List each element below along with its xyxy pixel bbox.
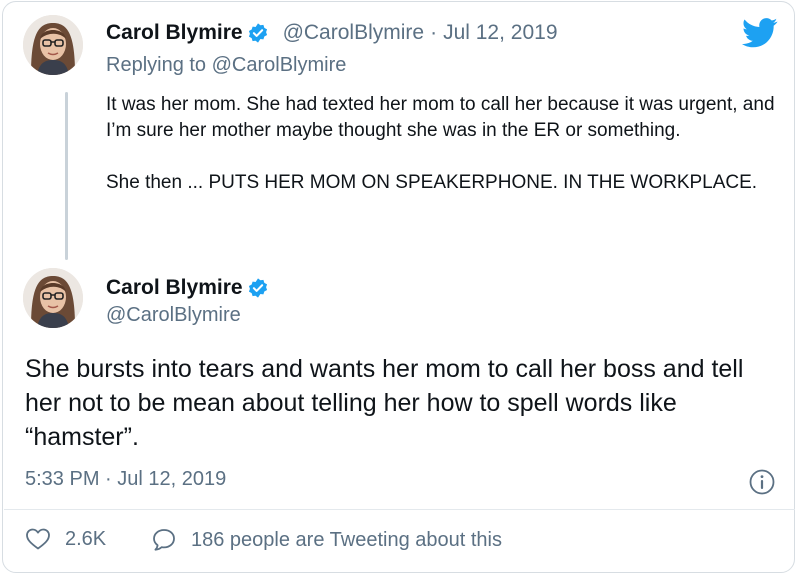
tweet-timestamp[interactable]: 5:33 PM · Jul 12, 2019 xyxy=(25,468,226,491)
replying-handle-link[interactable]: @CarolBlymire xyxy=(212,54,347,76)
separator-dot: · xyxy=(430,21,438,44)
author-name[interactable]: Carol Blymire xyxy=(106,21,243,45)
parent-tweet-text: It was her mom. She had texted her mom t… xyxy=(106,92,786,196)
main-tweet-header: Carol Blymire xyxy=(106,276,269,300)
conversation-text: 186 people are Tweeting about this xyxy=(191,528,502,551)
replying-prefix: Replying to xyxy=(106,54,207,76)
avatar[interactable] xyxy=(23,15,83,75)
like-count: 2.6K xyxy=(65,527,107,550)
info-icon[interactable] xyxy=(748,468,776,496)
author-handle[interactable]: @CarolBlymire xyxy=(283,21,425,45)
tweet-card: Carol Blymire @CarolBlymire · Jul 12, 20… xyxy=(2,1,795,573)
heart-icon xyxy=(26,528,50,550)
parent-tweet-paragraph: She then ... PUTS HER MOM ON SPEAKERPHON… xyxy=(106,172,758,193)
tweet-date[interactable]: Jul 12, 2019 xyxy=(443,21,557,45)
conversation-link[interactable]: 186 people are Tweeting about this xyxy=(151,527,502,553)
parent-tweet-header: Carol Blymire @CarolBlymire · Jul 12, 20… xyxy=(106,21,558,45)
speech-bubble-icon xyxy=(153,529,175,551)
verified-badge-icon xyxy=(247,22,269,44)
parent-tweet-paragraph: It was her mom. She had texted her mom t… xyxy=(106,94,775,141)
author-handle[interactable]: @CarolBlymire xyxy=(106,304,241,327)
verified-badge-icon xyxy=(247,277,269,299)
thread-line xyxy=(65,92,68,260)
avatar[interactable] xyxy=(23,268,83,328)
main-tweet-text: She bursts into tears and wants her mom … xyxy=(25,355,744,451)
author-name[interactable]: Carol Blymire xyxy=(106,276,243,300)
replying-to: Replying to @CarolBlymire xyxy=(106,54,346,77)
like-button[interactable]: 2.6K xyxy=(25,527,106,551)
divider xyxy=(4,509,795,510)
twitter-bird-icon[interactable] xyxy=(742,18,778,48)
